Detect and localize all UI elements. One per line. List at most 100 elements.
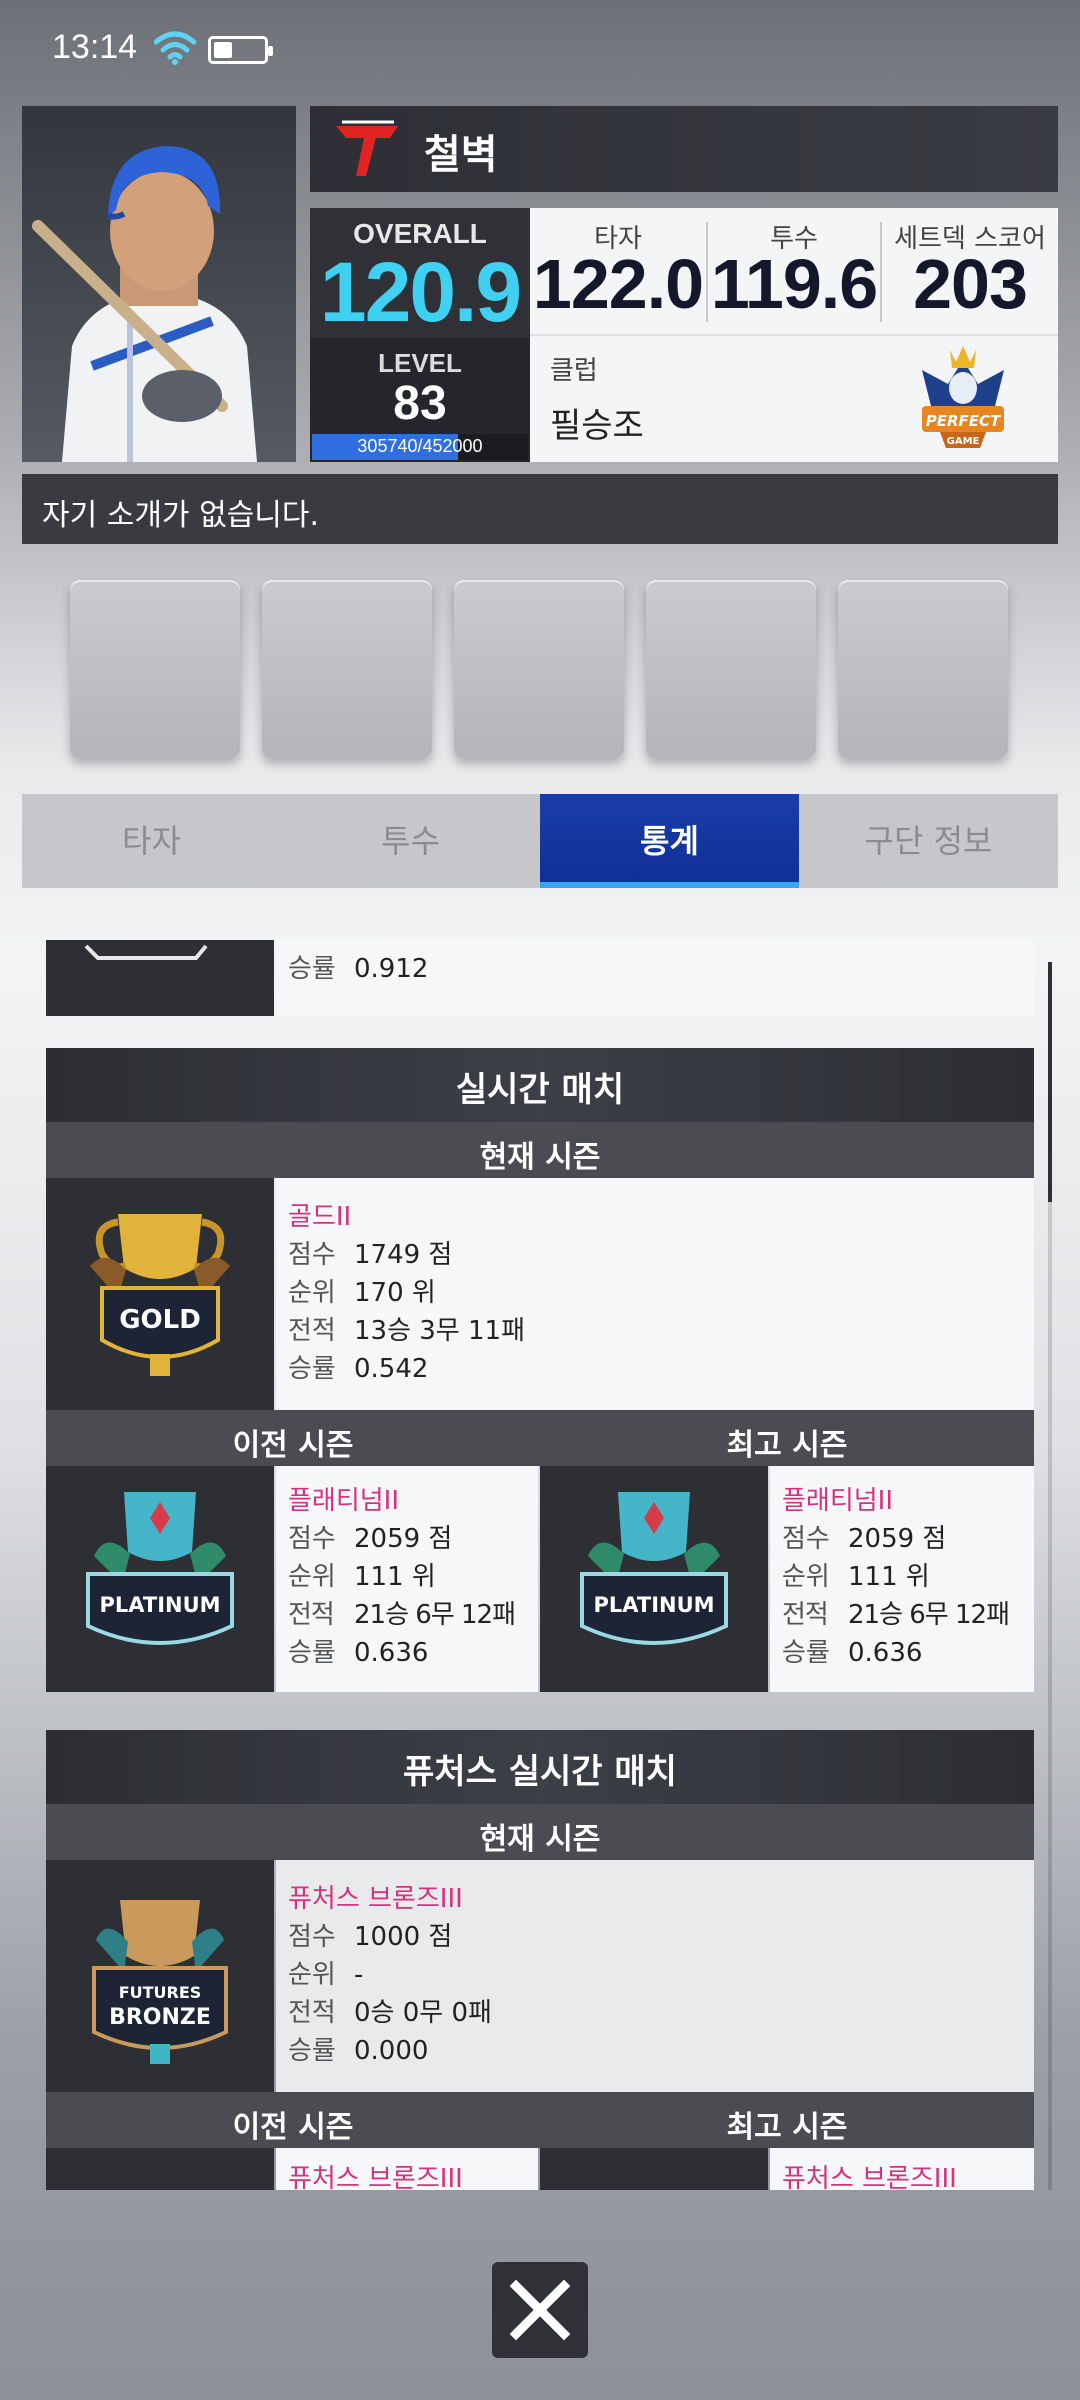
record-row: 전적 21승 6무 12패 — [782, 1594, 1010, 1631]
wifi-icon — [154, 31, 196, 65]
futures-season-cards: 퓨처스 브론즈III 퓨처스 브론즈III — [46, 2148, 1034, 2190]
stats-panel: 타자 122.0 투수 119.6 세트덱 스코어 203 클럽 필승조 PER… — [530, 208, 1058, 462]
player-name-bar: 철벽 — [310, 106, 1058, 192]
club-divider — [530, 334, 1058, 336]
exp-text: 305740/452000 — [357, 436, 483, 456]
realtime-season-cards: PLATINUM 플래티넘II 점수 2059 점 순위 111 위 전적 21승 6… — [46, 1466, 1034, 1692]
club-emblem-icon: PERFECT GAME — [922, 346, 1004, 448]
statistics-scroll-area[interactable]: 승률 0.912 실시간 매치 현재 시즌 GOLD 골드II 점수 1749 점 … — [46, 940, 1034, 2190]
position-row: 순위 170 위 — [288, 1272, 436, 1309]
best-season-label: 최고 시즌 — [726, 2110, 848, 2145]
tab-pitcher[interactable]: 투수 — [281, 794, 540, 888]
score-row: 점수 1749 점 — [288, 1234, 452, 1271]
score-key: 점수 — [288, 1524, 336, 1554]
winrate-key: 승률 — [288, 1354, 336, 1384]
score-key: 점수 — [288, 1922, 336, 1952]
winrate-row: 승률 0.912 — [288, 948, 428, 985]
self-intro-bar: 자기 소개가 없습니다. — [22, 474, 1058, 544]
batter-stat: 타자 122.0 — [530, 208, 706, 334]
scrollbar-thumb[interactable] — [1048, 962, 1052, 1202]
best-season-info: 퓨처스 브론즈III — [770, 2148, 1034, 2190]
futures-current-card: FUTURES BRONZE 퓨처스 브론즈III 점수 1000 점 순위 - 전… — [46, 1860, 1034, 2092]
rank-name: 퓨처스 브론즈III — [288, 1884, 463, 1914]
realtime-match-title: 실시간 매치 — [455, 1070, 625, 1110]
platinum-rank-badge: PLATINUM — [540, 1466, 768, 1692]
score-key: 점수 — [782, 1524, 830, 1554]
platinum-trophy-icon: PLATINUM — [580, 1492, 728, 1645]
previous-season-label: 이전 시즌 — [232, 1428, 354, 1463]
position-key: 순위 — [782, 1562, 830, 1592]
position-key: 순위 — [288, 1278, 336, 1308]
record-key: 전적 — [288, 1998, 336, 2028]
status-time: 13:14 — [52, 28, 138, 66]
position-value: 111 위 — [848, 1562, 930, 1592]
rank-name: 플래티넘II — [782, 1486, 894, 1516]
bronze-rank-badge — [540, 2148, 768, 2190]
svg-text:PERFECT: PERFECT — [926, 412, 1002, 430]
position-row: 순위 111 위 — [288, 1556, 436, 1593]
badge-icon — [84, 944, 208, 960]
rank-name: 골드II — [288, 1202, 352, 1232]
winrate-row: 승률 0.636 — [288, 1632, 428, 1669]
position-value: - — [354, 1960, 364, 1990]
position-value: 111 위 — [354, 1562, 436, 1592]
score-value: 1000 점 — [354, 1922, 453, 1952]
badge-slot[interactable] — [262, 580, 432, 758]
score-row: 점수 1000 점 — [288, 1916, 452, 1953]
team-logo-icon — [336, 120, 398, 176]
exp-progress-bar: 305740/452000 — [312, 434, 528, 460]
setdeck-stat: 세트덱 스코어 203 — [882, 208, 1058, 334]
bronze-trophy-icon: FUTURES BRONZE — [92, 1900, 228, 2064]
futures-match-header: 퓨처스 실시간 매치 — [46, 1730, 1034, 1804]
tab-club-info[interactable]: 구단 정보 — [799, 794, 1058, 888]
badge-slot[interactable] — [646, 580, 816, 758]
badge-slot[interactable] — [70, 580, 240, 758]
pitcher-stat: 투수 119.6 — [708, 208, 880, 334]
gold-rank-badge: GOLD — [46, 1178, 274, 1410]
svg-text:BRONZE: BRONZE — [109, 2005, 211, 2030]
winrate-row: 승률 0.000 — [288, 2030, 428, 2067]
pitcher-value: 119.6 — [710, 245, 878, 323]
badge-slot[interactable] — [454, 580, 624, 758]
realtime-current-info: 골드II 점수 1749 점 순위 170 위 전적 13승 3무 11패 승률 0.5… — [276, 1178, 1034, 1410]
club-label: 클럽 — [550, 356, 598, 386]
record-key: 전적 — [288, 1316, 336, 1346]
record-row: 전적 0승 0무 0패 — [288, 1992, 492, 2029]
score-row: 점수 2059 점 — [782, 1518, 946, 1555]
tab-statistics[interactable]: 통계 — [540, 794, 799, 888]
winrate-key: 승률 — [782, 1638, 830, 1668]
winrate-value: 0.636 — [848, 1638, 923, 1668]
svg-text:PLATINUM: PLATINUM — [593, 1593, 714, 1617]
position-value: 170 위 — [354, 1278, 436, 1308]
status-bar: 13:14 — [0, 0, 1080, 100]
stat-info: 승률 0.912 — [276, 940, 1034, 1016]
platinum-rank-badge: PLATINUM — [46, 1466, 274, 1692]
baseball-player-icon — [32, 146, 257, 462]
badge-slot[interactable] — [838, 580, 1008, 758]
previous-season-info: 플래티넘II 점수 2059 점 순위 111 위 전적 21승 6무 12패 승률 0… — [276, 1466, 538, 1692]
record-value: 13승 3무 11패 — [354, 1316, 525, 1346]
tab-batter[interactable]: 타자 — [22, 794, 281, 888]
rank-badge — [46, 940, 274, 1016]
self-intro-text: 자기 소개가 없습니다. — [42, 498, 320, 533]
level-label: LEVEL — [378, 348, 462, 378]
rank-name: 퓨처스 브론즈III — [288, 2164, 463, 2190]
battery-icon — [208, 36, 273, 64]
winrate-row: 승률 0.636 — [782, 1632, 922, 1669]
bronze-rank-badge: FUTURES BRONZE — [46, 1860, 274, 2092]
season-compare-header: 이전 시즌 최고 시즌 — [46, 1410, 1034, 1466]
record-row: 전적 21승 6무 12패 — [288, 1594, 516, 1631]
rank-name: 플래티넘II — [288, 1486, 400, 1516]
setdeck-value: 203 — [913, 245, 1028, 323]
svg-text:FUTURES: FUTURES — [119, 1983, 202, 2002]
position-key: 순위 — [288, 1562, 336, 1592]
close-button[interactable] — [492, 2262, 588, 2358]
profile-tabs: 타자 투수 통계 구단 정보 — [22, 794, 1058, 888]
winrate-row: 승률 0.542 — [288, 1348, 428, 1385]
realtime-current-card: GOLD 골드II 점수 1749 점 순위 170 위 전적 13승 3무 11패 … — [46, 1178, 1034, 1410]
svg-text:PLATINUM: PLATINUM — [99, 1593, 220, 1617]
score-key: 점수 — [288, 1240, 336, 1270]
record-key: 전적 — [782, 1600, 829, 1630]
winrate-key: 승률 — [288, 954, 336, 984]
realtime-match-header: 실시간 매치 — [46, 1048, 1034, 1122]
